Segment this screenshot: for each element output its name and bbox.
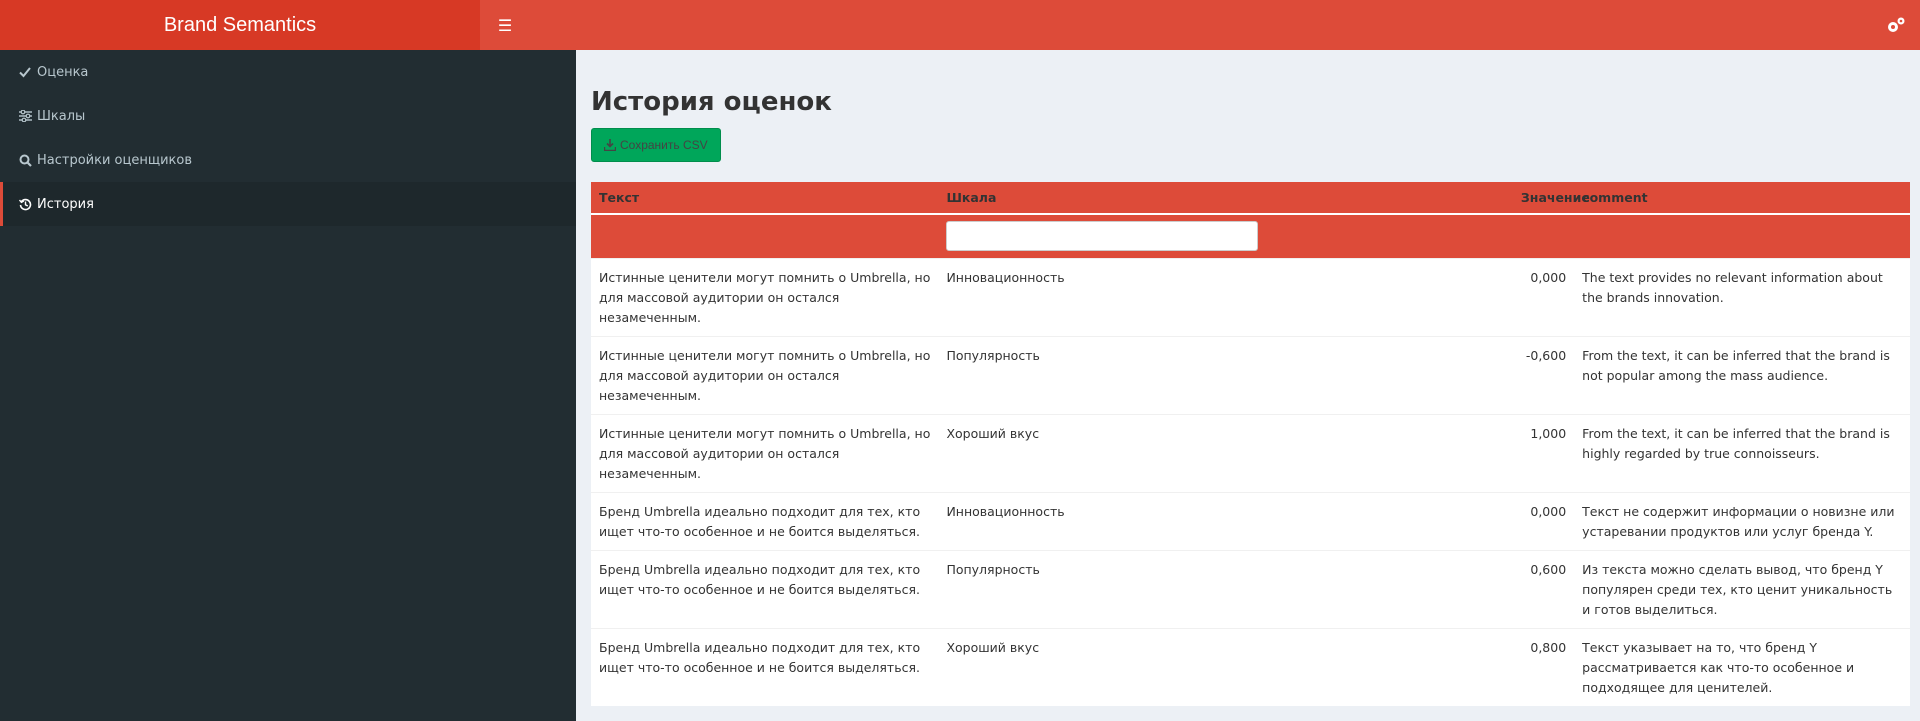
sidebar-item-label: Шкалы [37,108,86,124]
sidebar-item-rater-settings[interactable]: Настройки оценщиков [0,138,576,182]
cell-value: 0,600 [1512,549,1575,628]
sidebar-item-scales[interactable]: Шкалы [0,94,576,138]
column-header-text[interactable]: Текст [591,182,939,214]
cell-scale: Хороший вкус [938,413,1513,492]
column-header-scale[interactable]: Шкала [938,182,1513,214]
column-header-value[interactable]: Значение [1512,182,1590,214]
cell-value: 0,000 [1512,257,1575,336]
sidebar-item-history[interactable]: История [0,182,576,226]
cell-scale: Инновационность [938,491,1513,550]
table-row: Бренд Umbrella идеально подходит для тех… [591,491,1910,550]
cell-text: Истинные ценители могут помнить о Umbrel… [591,413,939,492]
download-icon [604,139,616,151]
column-header-comment[interactable]: comment [1574,182,1910,214]
app-logo[interactable]: Brand Semantics [0,0,480,50]
check-icon [17,65,33,79]
filter-cell-scale [938,213,1513,258]
filter-cell-empty [591,213,939,258]
cell-comment: From the text, it can be inferred that t… [1574,335,1910,414]
filter-cell-empty [1512,213,1575,258]
search-icon [17,153,33,167]
cell-comment: Текст не содержит информации о новизне и… [1574,491,1910,550]
cell-comment: The text provides no relevant informatio… [1574,257,1910,336]
scale-filter-input[interactable] [946,221,1259,252]
table-row: Истинные ценители могут помнить о Umbrel… [591,413,1910,492]
cell-comment: Из текста можно сделать вывод, что бренд… [1574,549,1910,628]
sidebar-item-label: Настройки оценщиков [37,152,193,168]
save-csv-label: Сохранить CSV [620,138,708,152]
cell-value: 0,000 [1512,491,1575,550]
table-row: Бренд Umbrella идеально подходит для тех… [591,627,1910,706]
sidebar-toggle-icon[interactable]: ☰ [480,0,530,50]
app-title: Brand Semantics [163,13,317,36]
cell-value: 0,800 [1512,627,1575,706]
cell-scale: Хороший вкус [938,627,1513,706]
sidebar: Оценка Шкалы Настройки оценщиков История [0,50,576,721]
sidebar-item-label: История [37,196,94,212]
save-csv-button[interactable]: Сохранить CSV [591,128,721,162]
cell-scale: Популярность [938,335,1513,414]
gears-icon[interactable] [1886,16,1906,34]
table-row: Истинные ценители могут помнить о Umbrel… [591,335,1910,414]
cell-scale: Инновационность [938,257,1513,336]
history-icon [17,197,33,211]
cell-text: Истинные ценители могут помнить о Umbrel… [591,257,939,336]
history-table: Текст Шкала Значение comment Истинные це… [591,182,1910,706]
cell-text: Бренд Umbrella идеально подходит для тех… [591,491,939,550]
cell-comment: From the text, it can be inferred that t… [1574,413,1910,492]
top-navbar: ☰ [480,0,1920,50]
cell-value: 1,000 [1512,413,1575,492]
cell-comment: Текст указывает на то, что бренд Y рассм… [1574,627,1910,706]
table-row: Истинные ценители могут помнить о Umbrel… [591,257,1910,336]
cell-scale: Популярность [938,549,1513,628]
cell-text: Истинные ценители могут помнить о Umbrel… [591,335,939,414]
table-row: Бренд Umbrella идеально подходит для тех… [591,549,1910,628]
sliders-icon [17,109,33,123]
cell-text: Бренд Umbrella идеально подходит для тех… [591,549,939,628]
sidebar-item-evaluation[interactable]: Оценка [0,50,576,94]
filter-cell-empty [1574,213,1910,258]
sidebar-item-label: Оценка [37,64,89,80]
page-title: История оценок [591,87,832,117]
cell-value: -0,600 [1512,335,1575,414]
cell-text: Бренд Umbrella идеально подходит для тех… [591,627,939,706]
main-content: История оценок Сохранить CSV Текст Шкала… [576,50,1920,721]
